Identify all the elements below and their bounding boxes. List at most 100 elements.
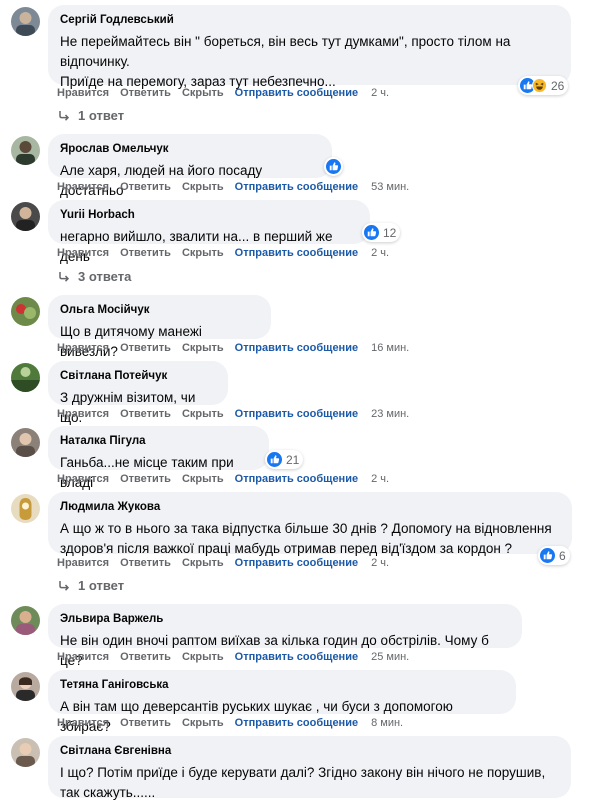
comment-actions: Нравится Ответить Скрыть Отправить сообщ… bbox=[57, 408, 420, 420]
comment-actions: Нравится Ответить Скрыть Отправить сообщ… bbox=[57, 473, 400, 485]
reply-arrow-icon bbox=[59, 271, 70, 282]
reply-arrow-icon bbox=[59, 110, 70, 121]
comment-author[interactable]: Ольга Мосійчук bbox=[60, 303, 259, 317]
comment-bubble: Эльвира Варжель Не він один вночі раптом… bbox=[48, 604, 522, 668]
comment-actions: Нравится Ответить Скрыть Отправить сообщ… bbox=[57, 651, 420, 663]
like-icon bbox=[364, 225, 379, 240]
send-message-action[interactable]: Отправить сообщение bbox=[235, 181, 358, 193]
send-message-action[interactable]: Отправить сообщение bbox=[235, 342, 358, 354]
comment-time[interactable]: 23 мин. bbox=[371, 408, 409, 420]
comment-author[interactable]: Ярослав Омельчук bbox=[60, 142, 320, 156]
avatar[interactable] bbox=[11, 606, 40, 635]
comment-author[interactable]: Yurii Horbach bbox=[60, 208, 358, 222]
send-message-action[interactable]: Отправить сообщение bbox=[235, 87, 358, 99]
hide-action[interactable]: Скрыть bbox=[182, 87, 224, 99]
like-action[interactable]: Нравится bbox=[57, 408, 109, 420]
view-replies[interactable]: 1 ответ bbox=[58, 108, 124, 123]
send-message-action[interactable]: Отправить сообщение bbox=[235, 408, 358, 420]
comment-author[interactable]: Людмила Жукова bbox=[60, 500, 560, 514]
hide-action[interactable]: Скрыть bbox=[182, 408, 224, 420]
comment-text: Не переймайтесь він " бореться, він весь… bbox=[60, 34, 511, 89]
send-message-action[interactable]: Отправить сообщение bbox=[235, 473, 358, 485]
reply-action[interactable]: Ответить bbox=[120, 247, 171, 259]
avatar[interactable] bbox=[11, 494, 40, 523]
comment-time[interactable]: 8 мин. bbox=[371, 717, 403, 729]
reaction-summary[interactable]: 12 bbox=[362, 223, 401, 242]
avatar[interactable] bbox=[11, 428, 40, 457]
reply-action[interactable]: Ответить bbox=[120, 87, 171, 99]
comment-time[interactable]: 16 мин. bbox=[371, 342, 409, 354]
comment-actions: Нравится Ответить Скрыть Отправить сообщ… bbox=[57, 342, 420, 354]
comment-bubble: Людмила Жукова А що ж то в нього за така… bbox=[48, 492, 572, 556]
comment-time[interactable]: 2 ч. bbox=[371, 557, 389, 569]
like-action[interactable]: Нравится bbox=[57, 181, 109, 193]
hide-action[interactable]: Скрыть bbox=[182, 181, 224, 193]
reply-action[interactable]: Ответить bbox=[120, 651, 171, 663]
hide-action[interactable]: Скрыть bbox=[182, 473, 224, 485]
comment-bubble: Світлана Потейчук З дружнім візитом, чи … bbox=[48, 361, 228, 425]
reaction-summary[interactable] bbox=[324, 157, 343, 176]
reply-action[interactable]: Ответить bbox=[120, 181, 171, 193]
comment-author[interactable]: Світлана Потейчук bbox=[60, 369, 216, 383]
view-replies[interactable]: 3 ответа bbox=[58, 269, 131, 284]
like-action[interactable]: Нравится bbox=[57, 247, 109, 259]
avatar[interactable] bbox=[11, 136, 40, 165]
send-message-action[interactable]: Отправить сообщение bbox=[235, 717, 358, 729]
like-action[interactable]: Нравится bbox=[57, 651, 109, 663]
replies-count[interactable]: 1 ответ bbox=[78, 578, 124, 593]
like-icon bbox=[326, 159, 341, 174]
hide-action[interactable]: Скрыть bbox=[182, 557, 224, 569]
comment-author[interactable]: Сергій Годлевський bbox=[60, 13, 559, 27]
reaction-summary[interactable]: 26 bbox=[518, 76, 569, 95]
comment-actions: Нравится Ответить Скрыть Отправить сообщ… bbox=[57, 181, 420, 193]
avatar[interactable] bbox=[11, 672, 40, 701]
hide-action[interactable]: Скрыть bbox=[182, 247, 224, 259]
like-action[interactable]: Нравится bbox=[57, 473, 109, 485]
comment-text: І що? Потім приїде і буде керувати далі?… bbox=[60, 765, 549, 800]
reply-action[interactable]: Ответить bbox=[120, 342, 171, 354]
avatar[interactable] bbox=[11, 297, 40, 326]
view-replies[interactable]: 1 ответ bbox=[58, 578, 124, 593]
comment-time[interactable]: 2 ч. bbox=[371, 87, 389, 99]
reply-arrow-icon bbox=[59, 580, 70, 591]
reaction-summary[interactable]: 21 bbox=[265, 450, 304, 469]
comment-bubble: Наталка Пігула Ганьба...не місце таким п… bbox=[48, 426, 269, 490]
reply-action[interactable]: Ответить bbox=[120, 717, 171, 729]
avatar[interactable] bbox=[11, 202, 40, 231]
like-action[interactable]: Нравится bbox=[57, 557, 109, 569]
hide-action[interactable]: Скрыть bbox=[182, 342, 224, 354]
hide-action[interactable]: Скрыть bbox=[182, 717, 224, 729]
comment-author[interactable]: Тетяна Ганіговська bbox=[60, 678, 504, 692]
haha-icon bbox=[532, 78, 547, 93]
reply-action[interactable]: Ответить bbox=[120, 557, 171, 569]
comment-author[interactable]: Світлана Євгенівна bbox=[60, 744, 559, 758]
comment-author[interactable]: Наталка Пігула bbox=[60, 434, 257, 448]
like-action[interactable]: Нравится bbox=[57, 342, 109, 354]
comment-time[interactable]: 53 мин. bbox=[371, 181, 409, 193]
replies-count[interactable]: 3 ответа bbox=[78, 269, 131, 284]
comment-actions: Нравится Ответить Скрыть Отправить сообщ… bbox=[57, 557, 400, 569]
reaction-summary[interactable]: 6 bbox=[538, 546, 570, 565]
send-message-action[interactable]: Отправить сообщение bbox=[235, 651, 358, 663]
comment-actions: Нравится Ответить Скрыть Отправить сообщ… bbox=[57, 247, 400, 259]
avatar[interactable] bbox=[11, 7, 40, 36]
avatar[interactable] bbox=[11, 363, 40, 392]
comment-time[interactable]: 2 ч. bbox=[371, 473, 389, 485]
like-action[interactable]: Нравится bbox=[57, 87, 109, 99]
comment-bubble: Yurii Horbach негарно вийшло, звалити на… bbox=[48, 200, 370, 264]
comment-author[interactable]: Эльвира Варжель bbox=[60, 612, 510, 626]
reply-action[interactable]: Ответить bbox=[120, 473, 171, 485]
like-action[interactable]: Нравится bbox=[57, 717, 109, 729]
comment-actions: Нравится Ответить Скрыть Отправить сообщ… bbox=[57, 87, 400, 99]
avatar[interactable] bbox=[11, 738, 40, 767]
replies-count[interactable]: 1 ответ bbox=[78, 108, 124, 123]
reply-action[interactable]: Ответить bbox=[120, 408, 171, 420]
hide-action[interactable]: Скрыть bbox=[182, 651, 224, 663]
comment-time[interactable]: 2 ч. bbox=[371, 247, 389, 259]
send-message-action[interactable]: Отправить сообщение bbox=[235, 247, 358, 259]
comment-bubble: Світлана Євгенівна І що? Потім приїде і … bbox=[48, 736, 571, 800]
reaction-count: 21 bbox=[286, 452, 300, 467]
comment-time[interactable]: 25 мин. bbox=[371, 651, 409, 663]
reaction-count: 12 bbox=[383, 225, 397, 240]
send-message-action[interactable]: Отправить сообщение bbox=[235, 557, 358, 569]
